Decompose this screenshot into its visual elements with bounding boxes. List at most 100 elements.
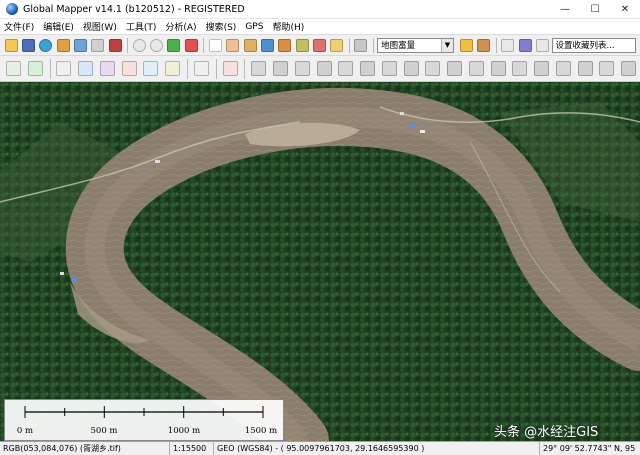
title-bar: Global Mapper v14.1 (b120512) - REGISTER…: [0, 0, 640, 19]
tower-icon: [295, 38, 309, 52]
merge-icon: [490, 61, 506, 76]
globe-icon: [6, 3, 18, 15]
menu-view[interactable]: 视图(W): [83, 20, 117, 33]
menu-help[interactable]: 帮助(H): [272, 20, 304, 33]
create-range-ring-button[interactable]: [97, 58, 118, 79]
snap-button[interactable]: [553, 58, 574, 79]
terrain-icon: [476, 38, 490, 52]
layers-icon: [73, 38, 87, 52]
toolbar-separator: [495, 37, 497, 53]
toolbar-separator: [244, 58, 246, 79]
save-button[interactable]: [20, 37, 36, 54]
menu-gps[interactable]: GPS: [245, 22, 263, 32]
draw-line-icon: [5, 61, 21, 76]
simplify-button[interactable]: [444, 58, 465, 79]
toolbar-separator: [373, 37, 375, 53]
open-button[interactable]: [3, 37, 19, 54]
menu-bar: 文件(F) 编辑(E) 视图(W) 工具(T) 分析(A) 搜索(S) GPS …: [0, 19, 640, 35]
toolbar-separator: [348, 37, 350, 53]
upload-button[interactable]: [500, 37, 516, 54]
grid-icon: [165, 61, 181, 76]
create-line-button[interactable]: [3, 58, 24, 79]
maximize-button[interactable]: ☐: [580, 0, 610, 19]
split-line-button[interactable]: [220, 58, 241, 79]
toolbar-separator: [203, 37, 205, 53]
edit-line-button[interactable]: [191, 58, 212, 79]
grid-button[interactable]: [162, 58, 183, 79]
union-button[interactable]: [357, 58, 378, 79]
3d-view-button[interactable]: [353, 37, 369, 54]
arch-icon: [354, 38, 368, 52]
full-view-button[interactable]: [166, 37, 182, 54]
ruler-icon: [243, 38, 257, 52]
zoom-out-button[interactable]: [148, 37, 164, 54]
undo-button[interactable]: [596, 58, 617, 79]
disk-icon: [21, 38, 35, 52]
reshape-button[interactable]: [292, 58, 313, 79]
funnel-icon: [330, 38, 344, 52]
scale-icon: [534, 61, 550, 76]
shader-button[interactable]: [329, 37, 345, 54]
tools-button[interactable]: [107, 37, 123, 54]
create-shape-button[interactable]: [75, 58, 96, 79]
redo-button[interactable]: [618, 58, 639, 79]
globe-icon: [39, 38, 53, 52]
pixel-info: RGB(053,084,076) (胥湖乡.tif): [0, 441, 170, 455]
append-vertex-button[interactable]: [119, 58, 140, 79]
projection-coords: GEO (WGS84) - ( 95.0097961703, 29.164659…: [214, 441, 540, 455]
script-button[interactable]: [517, 37, 533, 54]
buffer-button[interactable]: [401, 58, 422, 79]
offset-button[interactable]: [422, 58, 443, 79]
scale-button[interactable]: [531, 58, 552, 79]
digitizer-button[interactable]: [311, 37, 327, 54]
create-area-button[interactable]: [25, 58, 46, 79]
combine-button[interactable]: [248, 58, 269, 79]
main-toolbar: 地图富量 ▼ 设置收藏列表...: [0, 35, 640, 56]
config-button[interactable]: [90, 37, 106, 54]
watermark: 头条 @水经注GIS: [494, 425, 599, 440]
menu-analysis[interactable]: 分析(A): [165, 20, 196, 33]
lighting-button[interactable]: [458, 37, 474, 54]
catalog-button[interactable]: [55, 37, 71, 54]
vertical-exag-button[interactable]: [475, 37, 491, 54]
dms-coords: 29° 09' 52.7743" N, 95: [543, 444, 636, 453]
list-icon: [535, 38, 549, 52]
web-data-button[interactable]: [38, 37, 54, 54]
crop-button[interactable]: [335, 58, 356, 79]
favorites-list-value: 设置收藏列表...: [555, 41, 615, 51]
favorites-list-combo[interactable]: 设置收藏列表...: [551, 37, 637, 53]
shader-combo[interactable]: 地图富量 ▼: [377, 37, 454, 53]
home-button[interactable]: [183, 37, 199, 54]
chevron-down-icon: ▼: [441, 38, 453, 52]
favorites-button[interactable]: [534, 37, 550, 54]
create-point-button[interactable]: [53, 58, 74, 79]
cut-button[interactable]: [575, 58, 596, 79]
merge-button[interactable]: [488, 58, 509, 79]
rotate-button[interactable]: [270, 58, 291, 79]
close-button[interactable]: ✕: [610, 0, 640, 19]
move-vertex-button[interactable]: [140, 58, 161, 79]
map-view[interactable]: 0 m 500 m 1000 m 1500 m 头条 @水经注GIS: [0, 82, 640, 441]
smooth-icon: [316, 61, 332, 76]
view-shed-button[interactable]: [294, 37, 310, 54]
menu-search[interactable]: 搜索(S): [206, 20, 237, 33]
measure-tool-button[interactable]: [242, 37, 258, 54]
pan-tool-button[interactable]: [225, 37, 241, 54]
zoom-in-button[interactable]: [131, 37, 147, 54]
clip-button[interactable]: [466, 58, 487, 79]
feature-info-button[interactable]: [259, 37, 275, 54]
pointer-tool-button[interactable]: [207, 37, 223, 54]
toolbar-separator: [127, 37, 129, 53]
menu-tools[interactable]: 工具(T): [126, 20, 157, 33]
trim-button[interactable]: [509, 58, 530, 79]
minimize-button[interactable]: —: [550, 0, 580, 19]
smooth-button[interactable]: [314, 58, 335, 79]
combine-icon: [251, 61, 267, 76]
path-profile-button[interactable]: [277, 37, 293, 54]
menu-file[interactable]: 文件(F): [4, 20, 34, 33]
overlay-control-button[interactable]: [72, 37, 88, 54]
menu-edit[interactable]: 编辑(E): [43, 20, 74, 33]
toolbar-separator: [49, 58, 51, 79]
info-icon: [260, 38, 274, 52]
intersect-button[interactable]: [379, 58, 400, 79]
